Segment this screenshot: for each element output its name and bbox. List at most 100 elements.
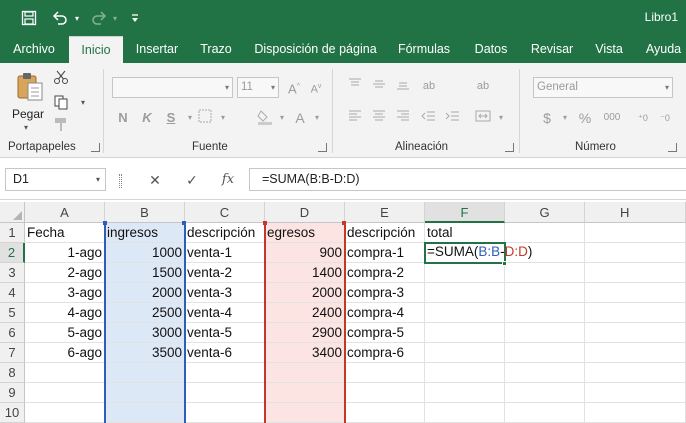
cell-a4[interactable]: 3-ago <box>25 283 105 303</box>
numero-launcher-icon[interactable] <box>668 143 677 152</box>
orientation-icon[interactable]: ab <box>420 77 438 95</box>
row-header-10[interactable]: 10 <box>0 403 25 423</box>
tab-revisar[interactable]: Revisar <box>524 36 580 63</box>
tab-insertar[interactable]: Insertar <box>128 36 186 63</box>
select-all-button[interactable] <box>0 202 25 223</box>
empty-cell[interactable] <box>425 363 505 383</box>
empty-cell[interactable] <box>425 383 505 403</box>
undo-icon[interactable] <box>48 6 72 30</box>
empty-cell[interactable] <box>265 363 345 383</box>
empty-cell[interactable] <box>185 363 265 383</box>
cell-c4[interactable]: venta-3 <box>185 283 265 303</box>
column-header-e[interactable]: E <box>345 202 425 223</box>
ref-b-corner-handle[interactable] <box>182 221 186 225</box>
currency-dropdown-icon[interactable]: ▾ <box>556 109 574 127</box>
empty-cell[interactable] <box>585 403 686 423</box>
underline-icon[interactable]: S <box>162 109 180 127</box>
merge-dropdown-icon[interactable]: ▾ <box>492 109 510 127</box>
column-header-f[interactable]: F <box>425 202 505 223</box>
font-color-icon[interactable]: A <box>291 109 309 127</box>
tab-archivo[interactable]: Archivo <box>4 36 64 63</box>
empty-cell[interactable] <box>425 403 505 423</box>
borders-icon[interactable] <box>196 109 214 127</box>
save-icon[interactable] <box>18 6 40 30</box>
cell-d3[interactable]: 1400 <box>265 263 345 283</box>
empty-cell[interactable] <box>585 323 686 343</box>
cell-e1[interactable]: descripción <box>345 223 425 243</box>
italic-icon[interactable]: K <box>138 109 156 127</box>
row-header-6[interactable]: 6 <box>0 323 25 343</box>
cell-d4[interactable]: 2000 <box>265 283 345 303</box>
cell-e6[interactable]: compra-5 <box>345 323 425 343</box>
align-middle-icon[interactable] <box>370 77 388 95</box>
cell-d2[interactable]: 900 <box>265 243 345 263</box>
portapapeles-launcher-icon[interactable] <box>91 143 100 152</box>
font-name-combo[interactable]: ▾ <box>112 77 233 98</box>
merge-center-icon[interactable] <box>474 109 492 127</box>
tab-trazo[interactable]: Trazo <box>193 36 239 63</box>
cell-b3[interactable]: 1500 <box>105 263 185 283</box>
empty-cell[interactable] <box>345 403 425 423</box>
borders-dropdown-icon[interactable]: ▾ <box>214 109 232 127</box>
name-box[interactable]: D1 ▾ <box>5 168 106 191</box>
cell-e5[interactable]: compra-4 <box>345 303 425 323</box>
paste-label[interactable]: Pegar <box>12 107 44 121</box>
empty-cell[interactable] <box>25 383 105 403</box>
column-header-b[interactable]: B <box>105 202 185 223</box>
column-header-g[interactable]: G <box>505 202 585 223</box>
undo-dropdown-icon[interactable]: ▾ <box>72 6 82 30</box>
decrease-indent-icon[interactable] <box>420 109 438 127</box>
thousands-icon[interactable]: 000 <box>600 109 624 127</box>
row-header-5[interactable]: 5 <box>0 303 25 323</box>
fill-color-icon[interactable] <box>256 109 274 127</box>
cell-d1[interactable]: egresos <box>265 223 345 243</box>
cell-b5[interactable]: 2500 <box>105 303 185 323</box>
row-header-3[interactable]: 3 <box>0 263 25 283</box>
column-header-a[interactable]: A <box>25 202 105 223</box>
cell-c6[interactable]: venta-5 <box>185 323 265 343</box>
paste-icon[interactable] <box>14 71 46 103</box>
empty-cell[interactable] <box>425 343 505 363</box>
cancel-icon[interactable]: ✕ <box>145 170 165 190</box>
enter-icon[interactable]: ✓ <box>182 170 202 190</box>
empty-cell[interactable] <box>585 383 686 403</box>
cell-c2[interactable]: venta-1 <box>185 243 265 263</box>
empty-cell[interactable] <box>585 283 686 303</box>
empty-cell[interactable] <box>505 383 585 403</box>
empty-cell[interactable] <box>505 323 585 343</box>
cell-d6[interactable]: 2900 <box>265 323 345 343</box>
empty-cell[interactable] <box>105 403 185 423</box>
percent-icon[interactable]: % <box>576 109 594 127</box>
empty-cell[interactable] <box>185 403 265 423</box>
cell-a5[interactable]: 4-ago <box>25 303 105 323</box>
cell-a6[interactable]: 5-ago <box>25 323 105 343</box>
wrap-text-icon[interactable]: ab <box>474 77 492 95</box>
cell-b1[interactable]: ingresos <box>105 223 185 243</box>
empty-cell[interactable] <box>265 403 345 423</box>
row-header-2[interactable]: 2 <box>0 243 25 263</box>
cell-a7[interactable]: 6-ago <box>25 343 105 363</box>
customize-icon[interactable] <box>128 6 142 30</box>
cell-c5[interactable]: venta-4 <box>185 303 265 323</box>
paste-dropdown-icon[interactable]: ▾ <box>24 123 28 132</box>
column-header-d[interactable]: D <box>265 202 345 223</box>
copy-icon[interactable] <box>52 94 70 112</box>
align-bottom-icon[interactable] <box>394 77 412 95</box>
row-header-8[interactable]: 8 <box>0 363 25 383</box>
empty-cell[interactable] <box>585 303 686 323</box>
tab-disposicion[interactable]: Disposición de página <box>250 36 381 63</box>
empty-cell[interactable] <box>585 263 686 283</box>
tab-vista[interactable]: Vista <box>589 36 629 63</box>
empty-cell[interactable] <box>505 283 585 303</box>
ref-b-corner-handle[interactable] <box>103 221 107 225</box>
empty-cell[interactable] <box>345 383 425 403</box>
tab-inicio[interactable]: Inicio <box>69 36 123 63</box>
empty-cell[interactable] <box>425 303 505 323</box>
formula-input[interactable]: =SUMA(B:B-D:D) <box>249 168 686 191</box>
cell-f2-editing[interactable]: =SUMA(B:B-D:D) <box>424 242 532 264</box>
cell-c1[interactable]: descripción <box>185 223 265 243</box>
fuente-launcher-icon[interactable] <box>318 143 327 152</box>
cell-a3[interactable]: 2-ago <box>25 263 105 283</box>
tab-formulas[interactable]: Fórmulas <box>389 36 459 63</box>
empty-cell[interactable] <box>105 363 185 383</box>
